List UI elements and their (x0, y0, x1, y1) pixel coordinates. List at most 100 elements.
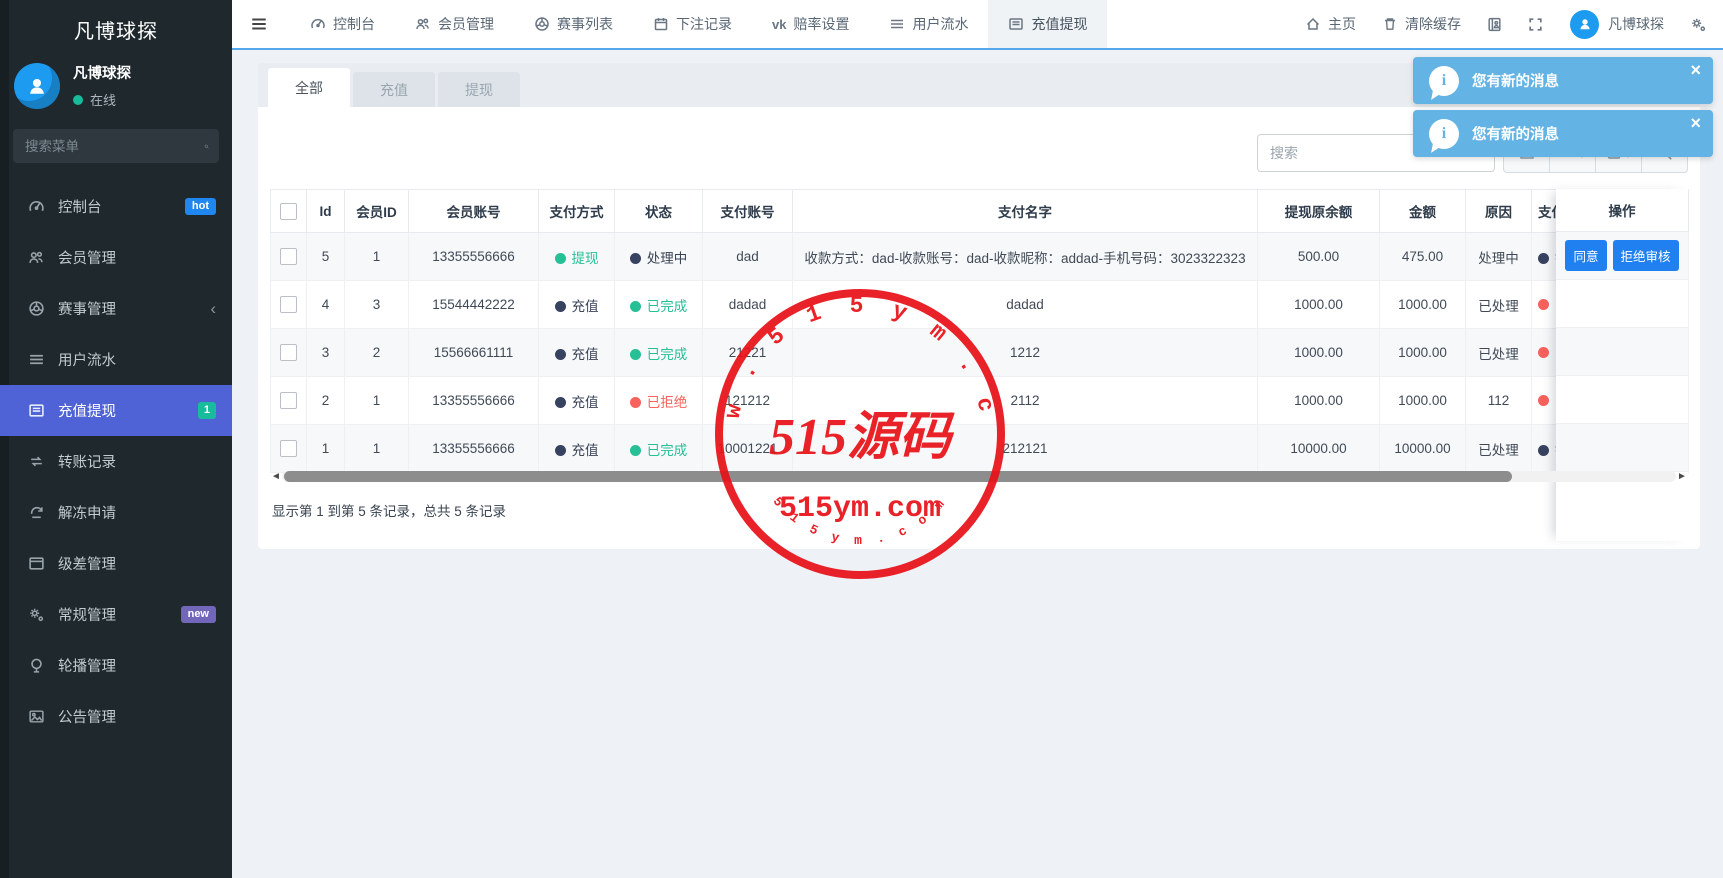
toast-message: 您有新的消息 (1472, 70, 1559, 91)
cell-method: 充值 (539, 281, 615, 329)
sidebar-search (13, 129, 219, 163)
cell-method: 充值 (539, 377, 615, 425)
action-cell (1556, 376, 1688, 424)
col-header-method: 支付方式 (539, 190, 615, 233)
table-row: 5 1 13355556666 提现 处理中 dad 收款方式：dad-收款账号… (271, 233, 1689, 281)
clear-cache-button[interactable]: 清除缓存 (1369, 0, 1474, 48)
cell-method: 充值 (539, 425, 615, 473)
sidebar-item-unfreeze[interactable]: 解冻申请 (0, 487, 232, 538)
menu-search-input[interactable] (23, 138, 204, 155)
approve-button[interactable]: 同意 (1565, 240, 1606, 271)
tab-label: 全部 (295, 78, 323, 98)
sidebar-item-label: 用户流水 (58, 349, 116, 370)
cell-pay-name: dadad (793, 281, 1258, 329)
sidebar-item-console[interactable]: 控制台 hot (0, 181, 232, 232)
table-row: 4 3 15544442222 充值 已完成 dadad dadad 1000.… (271, 281, 1689, 329)
sidebar-item-label: 轮播管理 (58, 655, 116, 676)
sidebar-item-label: 转账记录 (58, 451, 116, 472)
nav-item-bet-records[interactable]: 下注记录 (633, 0, 752, 48)
tab-withdraw[interactable]: 提现 (438, 72, 520, 107)
cell-pay-account: dad (703, 233, 793, 281)
cell-reason: 处理中 (1466, 233, 1532, 281)
search-icon[interactable] (204, 139, 209, 154)
row-checkbox[interactable] (280, 296, 297, 313)
scroll-left-arrow-icon[interactable] (270, 472, 282, 482)
select-all-checkbox[interactable] (280, 203, 297, 220)
status-dot-icon (630, 445, 641, 456)
nav-item-members[interactable]: 会员管理 (395, 0, 514, 48)
navbar-right: 主页 清除缓存 凡博球探 (1292, 0, 1723, 48)
action-cell: 同意 拒绝审核 (1556, 232, 1688, 280)
nav-item-odds-settings[interactable]: 赔率设置 (752, 0, 869, 48)
cell-method: 充值 (539, 329, 615, 377)
transfer-icon (28, 453, 45, 470)
sidebar-item-recharge-withdraw[interactable]: 充值提现 1 (0, 385, 232, 436)
cell-account: 15566661111 (409, 329, 539, 377)
sidebar-item-label: 赛事管理 (58, 298, 116, 319)
sidebar-item-user-flow[interactable]: 用户流水 (0, 334, 232, 385)
tab-all[interactable]: 全部 (268, 68, 350, 107)
cell-reason: 已处理 (1466, 281, 1532, 329)
table-header-row: Id 会员ID 会员账号 支付方式 状态 支付账号 支付名字 提现原余额 金额 … (271, 190, 1689, 233)
action-cell (1556, 328, 1688, 376)
cell-reason: 已处理 (1466, 329, 1532, 377)
sidebar-item-label: 解冻申请 (58, 502, 116, 523)
row-checkbox[interactable] (280, 248, 297, 265)
admin-screen: 凡博球探 凡博球探 在线 控制台 hot (0, 0, 1723, 878)
user-status-label: 在线 (90, 90, 116, 109)
online-dot-icon (73, 95, 83, 105)
status-dot-icon (630, 301, 641, 312)
person-icon (25, 74, 49, 98)
sidebar-item-transfer-records[interactable]: 转账记录 (0, 436, 232, 487)
info-icon: i (1429, 66, 1459, 96)
count-badge: 1 (198, 402, 216, 419)
status-dot-icon (555, 349, 566, 360)
scrollbar-track[interactable] (282, 471, 1676, 482)
tab-recharge[interactable]: 充值 (353, 72, 435, 107)
row-checkbox[interactable] (280, 392, 297, 409)
sidebar-item-general[interactable]: 常规管理 new (0, 589, 232, 640)
cogs-icon (28, 606, 45, 623)
status-dot-icon (555, 397, 566, 408)
notification-toast: i 您有新的消息 (1413, 110, 1713, 157)
status-dot-icon (1538, 347, 1549, 358)
nav-item-match-list[interactable]: 赛事列表 (514, 0, 633, 48)
deposit-icon (28, 402, 45, 419)
sidebar-item-level-diff[interactable]: 级差管理 (0, 538, 232, 589)
action-cell (1556, 424, 1688, 472)
data-table-zone: Id 会员ID 会员账号 支付方式 状态 支付账号 支付名字 提现原余额 金额 … (270, 189, 1688, 473)
cell-pay-name: 收款方式：dad-收款账号：dad-收款昵称：addad-手机号码：302332… (793, 233, 1258, 281)
cell-pay-account: 10001221 (703, 425, 793, 473)
sidebar-item-members[interactable]: 会员管理 (0, 232, 232, 283)
sidebar-item-carousel[interactable]: 轮播管理 (0, 640, 232, 691)
status-dot-icon (555, 301, 566, 312)
cell-id: 3 (307, 329, 345, 377)
scrollbar-thumb[interactable] (284, 471, 1512, 482)
cell-pay-account: 21221 (703, 329, 793, 377)
sidebar-item-matches[interactable]: 赛事管理 (0, 283, 232, 334)
nav-item-recharge-withdraw[interactable]: 充值提现 (988, 0, 1107, 48)
cell-amount: 1000.00 (1380, 377, 1466, 425)
row-checkbox[interactable] (280, 440, 297, 457)
col-header-amount: 金额 (1380, 190, 1466, 233)
close-icon[interactable] (1690, 57, 1713, 79)
address-book-button[interactable] (1474, 0, 1515, 48)
row-checkbox[interactable] (280, 344, 297, 361)
col-header-reason: 原因 (1466, 190, 1532, 233)
sidebar-item-label: 常规管理 (58, 604, 116, 625)
close-icon[interactable] (1690, 110, 1713, 132)
cell-balance: 1000.00 (1258, 377, 1380, 425)
nav-item-console[interactable]: 控制台 (290, 0, 395, 48)
user-profile[interactable]: 凡博球探 在线 (0, 54, 232, 123)
fullscreen-button[interactable] (1515, 0, 1556, 48)
scroll-right-arrow-icon[interactable] (1676, 472, 1688, 482)
hamburger-icon[interactable] (232, 15, 290, 33)
home-button[interactable]: 主页 (1292, 0, 1369, 48)
chevron-left-icon (210, 300, 216, 317)
sidebar-item-announcements[interactable]: 公告管理 (0, 691, 232, 742)
cell-id: 4 (307, 281, 345, 329)
reject-button[interactable]: 拒绝审核 (1613, 240, 1679, 271)
nav-item-user-flow[interactable]: 用户流水 (869, 0, 988, 48)
settings-button[interactable] (1678, 0, 1723, 48)
user-menu[interactable]: 凡博球探 (1556, 10, 1678, 39)
